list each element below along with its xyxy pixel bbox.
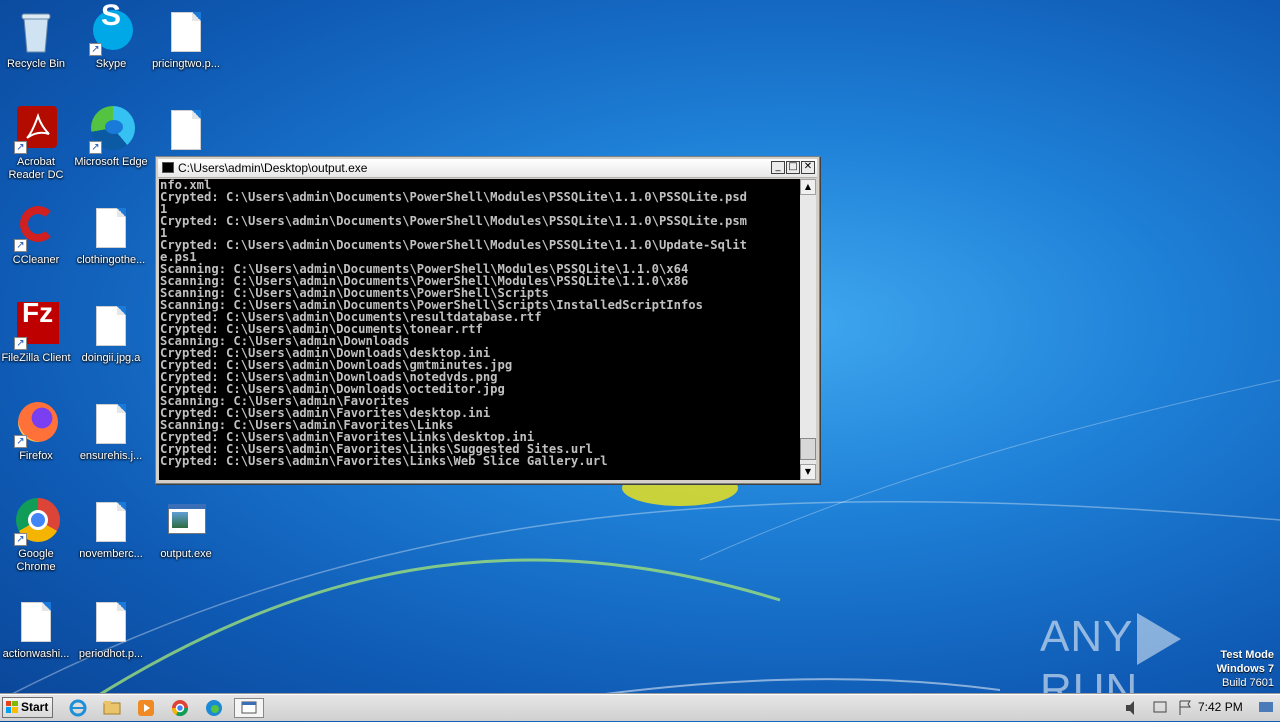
windows-logo-icon (6, 701, 18, 713)
console-window[interactable]: C:\Users\admin\Desktop\output.exe _ □ ✕ … (155, 156, 820, 484)
action-center-icon[interactable] (1258, 698, 1274, 718)
taskbar-ie-icon[interactable] (68, 698, 90, 718)
desktop-icon-pricingtwo[interactable]: pricingtwo.p... (148, 8, 224, 71)
console-line: Crypted: C:\Users\admin\Documents\PowerS… (160, 190, 747, 204)
desktop-icon-output-exe[interactable]: output.exe (148, 498, 224, 561)
console-line: Crypted: C:\Users\admin\Documents\PowerS… (160, 214, 747, 228)
exe-icon (162, 498, 210, 546)
console-output[interactable]: nfo.xml Crypted: C:\Users\admin\Documents… (159, 179, 801, 480)
scroll-up-arrow-icon[interactable]: ▲ (800, 179, 816, 195)
document-icon (87, 204, 135, 252)
console-line: Crypted: C:\Users\admin\Favorites\Links\… (160, 454, 608, 468)
console-titlebar[interactable]: C:\Users\admin\Desktop\output.exe _ □ ✕ (158, 159, 817, 178)
test-mode-notice: Test Mode Windows 7 Build 7601 (1216, 649, 1274, 689)
document-icon (12, 598, 60, 646)
window-title: C:\Users\admin\Desktop\output.exe (178, 161, 368, 175)
shortcut-arrow-icon: ↗ (14, 435, 27, 448)
filezilla-icon: Fz ↗ (12, 299, 60, 350)
firefox-icon: ↗ (12, 400, 60, 448)
edge-icon: ↗ (87, 106, 135, 154)
desktop-icon-acrobat[interactable]: ↗ Acrobat Reader DC (0, 106, 74, 182)
shortcut-arrow-icon: ↗ (14, 533, 27, 546)
shortcut-arrow-icon: ↗ (14, 141, 27, 154)
desktop-icon-periodhot[interactable]: periodhot.p... (73, 598, 149, 661)
vertical-scrollbar[interactable]: ▲ ▼ (800, 179, 816, 480)
document-icon (87, 400, 135, 448)
ccleaner-icon: ↗ (12, 204, 60, 252)
document-icon (87, 498, 135, 546)
document-icon (162, 8, 210, 56)
shortcut-arrow-icon: ↗ (14, 337, 27, 350)
taskbar-chrome-icon[interactable] (170, 698, 192, 718)
taskbar-console-icon[interactable] (234, 698, 264, 718)
document-icon (162, 106, 210, 154)
taskbar: Start 7:42 PM (0, 694, 1280, 721)
recycle-bin-icon (12, 8, 60, 56)
desktop-icon-recycle-bin[interactable]: Recycle Bin (0, 8, 74, 71)
shortcut-arrow-icon: ↗ (89, 141, 102, 154)
document-icon (87, 302, 135, 350)
taskbar-edge-icon[interactable] (204, 698, 226, 718)
console-app-icon (162, 162, 174, 173)
desktop-icon-ensurehis[interactable]: ensurehis.j... (73, 400, 149, 463)
taskbar-media-player-icon[interactable] (136, 698, 158, 718)
console-line: Crypted: C:\Users\admin\Documents\PowerS… (160, 238, 747, 252)
maximize-button[interactable]: □ (786, 161, 800, 174)
skype-icon: S ↗ (87, 1, 135, 56)
system-tray (1124, 698, 1196, 718)
desktop-icon-edge[interactable]: ↗ Microsoft Edge (73, 106, 149, 169)
minimize-button[interactable]: _ (771, 161, 785, 174)
chrome-icon: ↗ (12, 498, 60, 546)
shortcut-arrow-icon: ↗ (14, 239, 27, 252)
shortcut-arrow-icon: ↗ (89, 43, 102, 56)
taskbar-explorer-icon[interactable] (102, 698, 124, 718)
start-button[interactable]: Start (2, 697, 53, 718)
desktop-icon-novemberc[interactable]: novemberc... (73, 498, 149, 561)
scroll-down-arrow-icon[interactable]: ▼ (800, 464, 816, 480)
document-icon (87, 598, 135, 646)
desktop-icon-ccleaner[interactable]: ↗ CCleaner (0, 204, 74, 267)
desktop-icon-filezilla[interactable]: Fz ↗ FileZilla Client (0, 299, 74, 365)
acrobat-icon: ↗ (12, 106, 60, 154)
desktop-icon-clothingothe[interactable]: clothingothe... (73, 204, 149, 267)
desktop-icon-doingii[interactable]: doingii.jpg.a (73, 302, 149, 365)
desktop-icon-skype[interactable]: S ↗ Skype (73, 1, 149, 71)
desktop-icon-firefox[interactable]: ↗ Firefox (0, 400, 74, 463)
play-icon (1137, 613, 1182, 666)
desktop-icon-document[interactable] (148, 106, 224, 156)
desktop-icon-actionwashi[interactable]: actionwashi... (0, 598, 74, 661)
close-button[interactable]: ✕ (801, 161, 815, 174)
desktop-icon-chrome[interactable]: ↗ Google Chrome (0, 498, 74, 574)
clock[interactable]: 7:42 PM (1198, 700, 1243, 714)
scroll-thumb[interactable] (800, 438, 816, 460)
